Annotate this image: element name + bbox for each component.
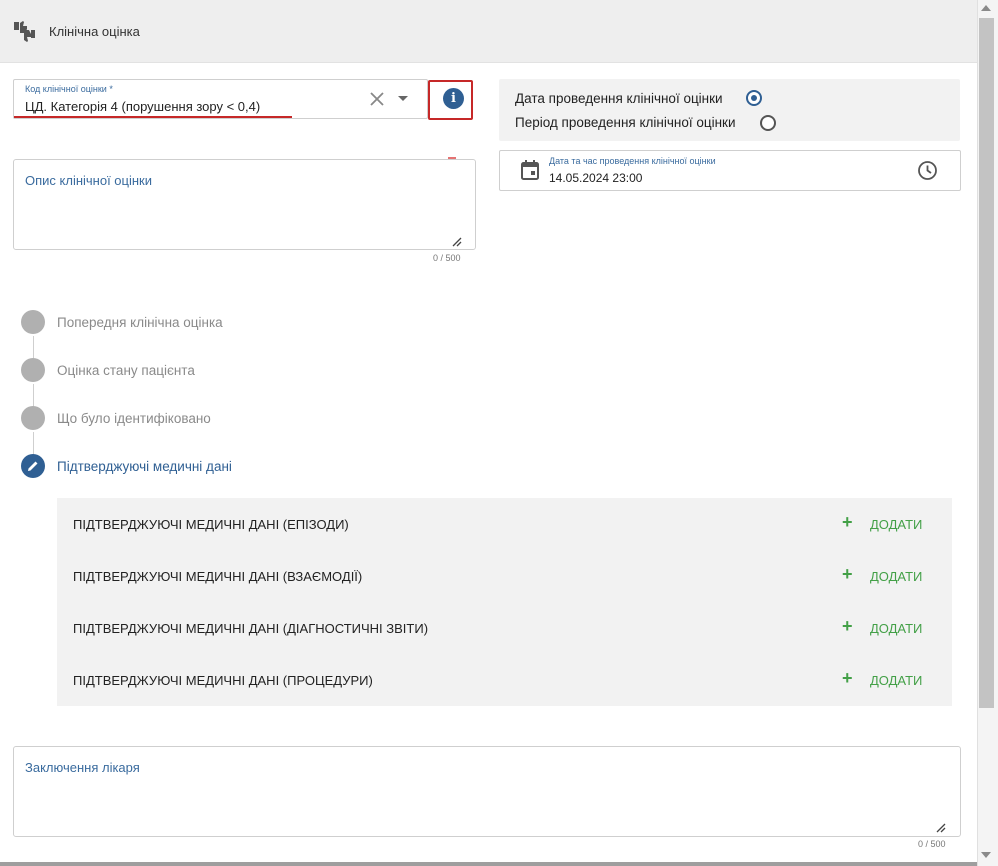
error-underline <box>14 116 292 118</box>
add-diagnostic-reports-button[interactable]: ДОДАТИ <box>870 621 922 636</box>
thumbs-up-down-icon <box>14 21 35 42</box>
scroll-up-arrow-icon[interactable] <box>981 5 991 11</box>
add-procedures-button[interactable]: ДОДАТИ <box>870 673 922 688</box>
radio-label-date: Дата проведення клінічної оцінки <box>515 91 723 106</box>
datetime-field[interactable]: Дата та час проведення клінічної оцінки … <box>499 150 961 191</box>
scrollbar-thumb[interactable] <box>979 18 994 708</box>
evidence-episodes-label: ПІДТВЕРДЖУЮЧІ МЕДИЧНІ ДАНІ (ЕПІЗОДИ) <box>73 517 349 532</box>
step-connector <box>33 384 34 408</box>
evidence-procedures-label: ПІДТВЕРДЖУЮЧІ МЕДИЧНІ ДАНІ (ПРОЦЕДУРИ) <box>73 673 373 688</box>
step-3-label[interactable]: Що було ідентифіковано <box>57 411 211 426</box>
step-1-indicator[interactable] <box>21 310 45 334</box>
conclusion-counter: 0 / 500 <box>918 839 946 849</box>
scroll-down-arrow-icon[interactable] <box>981 852 991 858</box>
conclusion-textarea[interactable]: Заключення лікаря <box>13 746 961 837</box>
clinical-code-select[interactable]: Код клінічної оцінки * ЦД. Категорія 4 (… <box>13 79 428 119</box>
step-connector <box>33 432 34 456</box>
step-2-indicator[interactable] <box>21 358 45 382</box>
page-header <box>0 0 977 63</box>
add-interactions-button[interactable]: ДОДАТИ <box>870 569 922 584</box>
step-3-indicator[interactable] <box>21 406 45 430</box>
add-episodes-button[interactable]: ДОДАТИ <box>870 517 922 532</box>
evidence-diagnostic-reports-label: ПІДТВЕРДЖУЮЧІ МЕДИЧНІ ДАНІ (ДІАГНОСТИЧНІ… <box>73 621 429 636</box>
description-textarea[interactable]: Опис клінічної оцінки <box>13 159 476 250</box>
pencil-icon <box>28 461 38 471</box>
resize-handle-icon[interactable] <box>452 237 462 247</box>
clear-icon[interactable] <box>368 90 386 108</box>
calendar-icon[interactable] <box>521 160 539 180</box>
evidence-interactions-label: ПІДТВЕРДЖУЮЧІ МЕДИЧНІ ДАНІ (ВЗАЄМОДІЇ) <box>73 569 363 584</box>
datetime-label: Дата та час проведення клінічної оцінки <box>549 156 716 166</box>
clock-icon[interactable] <box>917 160 938 181</box>
info-icon[interactable]: i <box>443 88 464 109</box>
plus-icon[interactable]: + <box>842 668 853 689</box>
radio-date[interactable] <box>746 90 762 106</box>
bottom-scroll-edge <box>0 862 977 866</box>
conclusion-placeholder: Заключення лікаря <box>25 760 140 775</box>
radio-period[interactable] <box>760 115 776 131</box>
datetime-value: 14.05.2024 23:00 <box>549 171 643 185</box>
step-4-indicator[interactable] <box>21 454 45 478</box>
clinical-code-label: Код клінічної оцінки * <box>25 84 113 94</box>
step-connector <box>33 336 34 360</box>
step-4-label[interactable]: Підтверджуючі медичні дані <box>57 459 232 474</box>
step-2-label[interactable]: Оцінка стану пацієнта <box>57 363 195 378</box>
resize-handle-icon[interactable] <box>936 823 946 833</box>
page-title: Клінічна оцінка <box>49 24 140 39</box>
plus-icon[interactable]: + <box>842 616 853 637</box>
plus-icon[interactable]: + <box>842 564 853 585</box>
date-mode-panel <box>499 79 960 141</box>
chevron-down-icon[interactable] <box>398 96 408 101</box>
clinical-code-value: ЦД. Категорія 4 (порушення зору < 0,4) <box>25 99 261 114</box>
radio-label-period: Період проведення клінічної оцінки <box>515 115 736 130</box>
step-1-label[interactable]: Попередня клінічна оцінка <box>57 315 223 330</box>
description-placeholder: Опис клінічної оцінки <box>25 173 152 188</box>
description-counter: 0 / 500 <box>433 253 461 263</box>
plus-icon[interactable]: + <box>842 512 853 533</box>
